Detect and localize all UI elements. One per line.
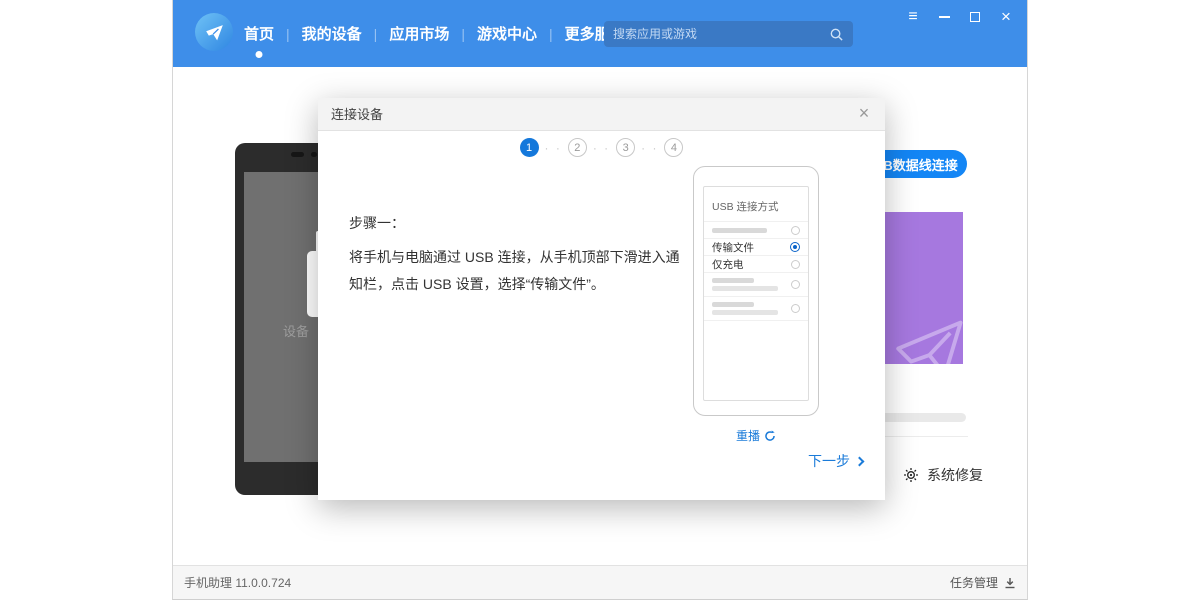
app-version: 手机助理 11.0.0.724 <box>184 574 291 591</box>
placeholder-bar <box>712 228 767 233</box>
step-1: 1 <box>520 138 539 157</box>
gear-icon <box>903 467 919 483</box>
chevron-right-icon <box>855 457 865 467</box>
menu-icon[interactable]: ≡ <box>905 9 921 25</box>
step-heading: 步骤一： <box>349 213 405 233</box>
usb-mode-title: USB 连接方式 <box>704 187 808 221</box>
step-dots: · · <box>545 143 562 153</box>
phone-camera <box>311 152 317 157</box>
phone-speaker <box>291 152 304 157</box>
placeholder-bar <box>712 302 754 307</box>
nav-separator: | <box>374 26 378 42</box>
radio-icon <box>791 260 800 269</box>
dialog-close-icon[interactable]: × <box>849 98 879 131</box>
dialog-header: 连接设备 × <box>318 98 885 131</box>
step-instructions: 将手机与电脑通过 USB 连接，从手机顶部下滑进入通知栏，点击 USB 设置，选… <box>349 244 689 298</box>
main-content: 设备 USB数据线连接 系统修复 连接设备 × <box>173 67 1027 565</box>
close-icon[interactable]: × <box>998 9 1014 25</box>
task-manager-label: 任务管理 <box>950 574 998 591</box>
radio-icon <box>791 304 800 313</box>
paper-plane-icon <box>204 22 225 43</box>
search-input[interactable] <box>613 27 829 41</box>
task-manager-button[interactable]: 任务管理 <box>950 574 1016 591</box>
status-bar: 手机助理 11.0.0.724 任务管理 <box>173 565 1027 599</box>
system-repair-label: 系统修复 <box>927 465 983 485</box>
empty-area <box>704 320 808 400</box>
app-window: 首页 | 我的设备 | 应用市场 | 游戏中心 | 更多服务 | ≡ × <box>172 0 1028 600</box>
search-icon <box>829 27 844 42</box>
app-logo <box>195 13 233 51</box>
demo-phone-illustration: USB 连接方式 传输文件 仅充电 <box>693 166 819 416</box>
step-dots: · · <box>641 143 658 153</box>
device-screen-label: 设备 <box>283 321 309 340</box>
replay-button[interactable]: 重播 <box>693 427 819 444</box>
placeholder-bar <box>712 278 754 283</box>
next-step-label: 下一步 <box>808 451 850 471</box>
window-controls: ≡ × <box>905 7 1014 27</box>
nav-item-game-center[interactable]: 游戏中心 <box>474 23 540 44</box>
minimize-icon[interactable] <box>936 9 952 25</box>
download-icon <box>1004 577 1016 589</box>
usb-option-transfer-row: 传输文件 <box>704 238 808 255</box>
radio-icon <box>791 280 800 289</box>
maximize-icon[interactable] <box>967 9 983 25</box>
demo-phone-screen: USB 连接方式 传输文件 仅充电 <box>703 186 809 401</box>
connect-device-dialog: 连接设备 × 1 · · 2 · · 3 · · 4 步骤一： 将手机与电脑通过… <box>318 98 885 500</box>
usb-option-row <box>704 221 808 238</box>
nav-item-my-device[interactable]: 我的设备 <box>299 23 365 44</box>
nav-separator: | <box>286 26 290 42</box>
replay-label: 重播 <box>736 427 760 444</box>
main-nav: 首页 | 我的设备 | 应用市场 | 游戏中心 | 更多服务 | <box>241 0 649 67</box>
radio-selected-icon <box>790 242 800 252</box>
nav-item-app-market[interactable]: 应用市场 <box>386 23 452 44</box>
system-repair-button[interactable]: 系统修复 <box>903 465 983 485</box>
step-dots: · · <box>593 143 610 153</box>
refresh-icon <box>764 430 776 442</box>
step-4: 4 <box>664 138 683 157</box>
step-3: 3 <box>616 138 635 157</box>
dialog-title: 连接设备 <box>318 98 885 131</box>
placeholder-bar <box>712 310 778 315</box>
usb-option-row <box>704 272 808 296</box>
nav-separator: | <box>549 26 553 42</box>
search-box[interactable] <box>604 21 853 47</box>
nav-item-home[interactable]: 首页 <box>241 23 277 44</box>
next-step-button[interactable]: 下一步 <box>808 451 863 471</box>
step-indicator: 1 · · 2 · · 3 · · 4 <box>318 138 885 157</box>
option-charge-label: 仅充电 <box>712 257 744 272</box>
option-transfer-label: 传输文件 <box>712 240 754 255</box>
placeholder-bar <box>712 286 778 291</box>
top-navbar: 首页 | 我的设备 | 应用市场 | 游戏中心 | 更多服务 | ≡ × <box>173 0 1027 67</box>
paper-plane-outline-icon <box>893 314 963 364</box>
usb-option-row <box>704 296 808 320</box>
step-2: 2 <box>568 138 587 157</box>
radio-icon <box>791 226 800 235</box>
nav-separator: | <box>461 26 465 42</box>
usb-option-charge-row: 仅充电 <box>704 255 808 272</box>
